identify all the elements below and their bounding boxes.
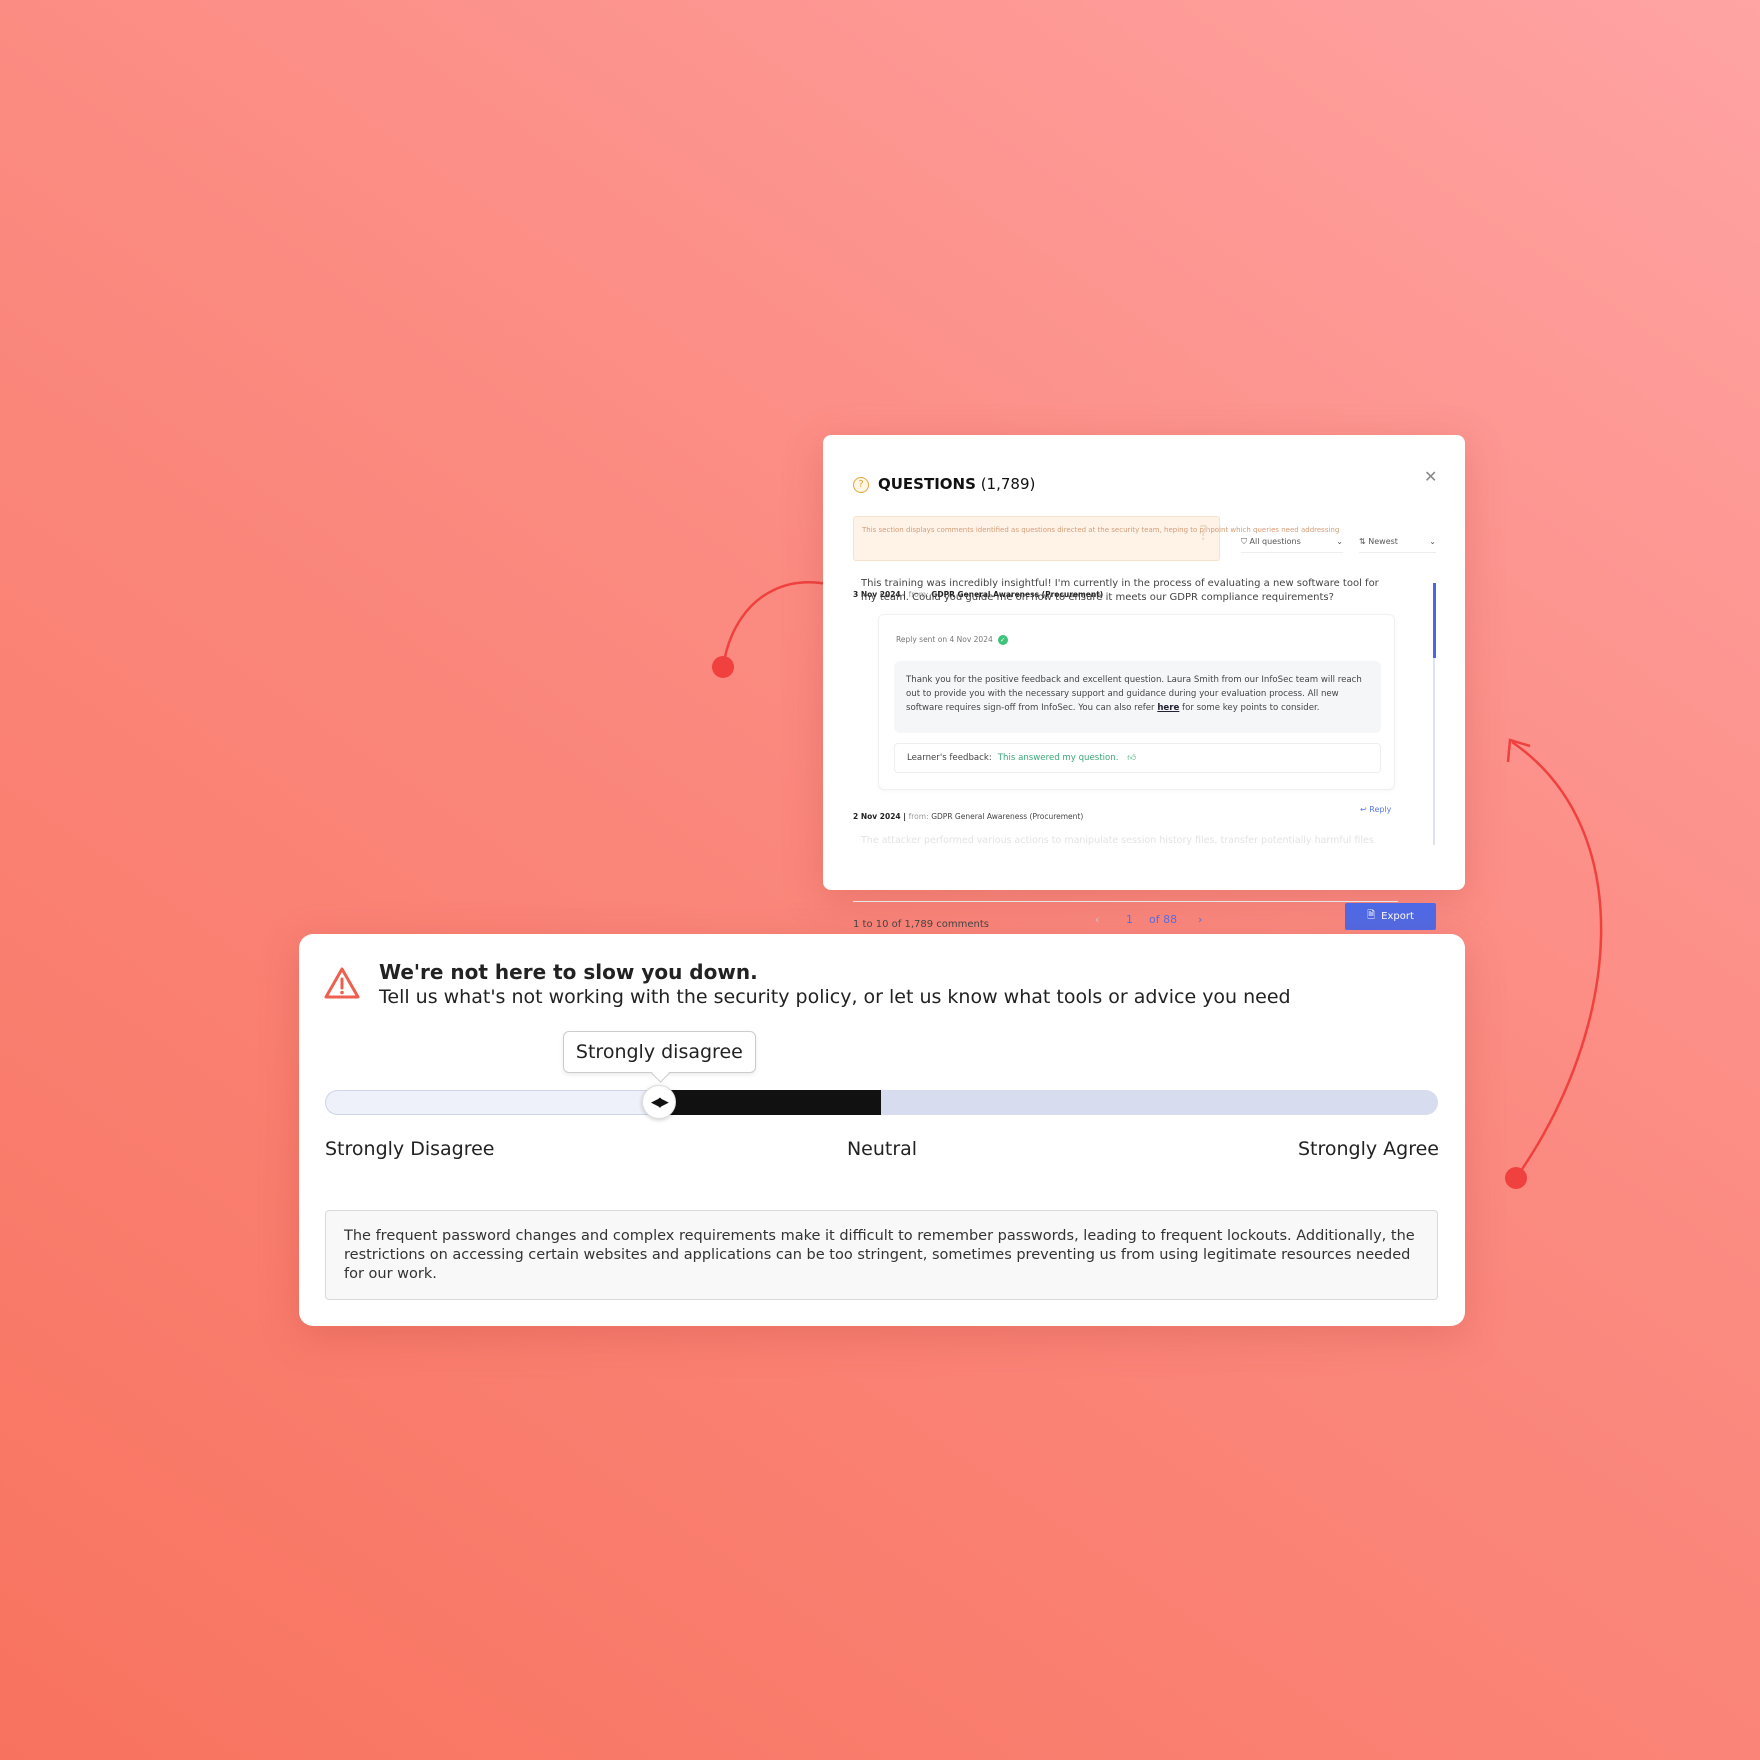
filter-dropdown[interactable]: ⛉ All questions ⌄ [1241,531,1343,553]
reply-icon: ↩ [1360,805,1370,814]
reply-box: Reply sent on 4 Nov 2024 ✓ Thank you for … [878,614,1395,790]
close-icon[interactable]: ✕ [1424,467,1437,486]
label-strongly-agree: Strongly Agree [1297,1138,1439,1160]
chevron-down-icon: ⌄ [1336,537,1343,546]
info-banner: This section displays comments identifie… [853,516,1339,561]
warning-icon [324,967,360,999]
questions-panel: ? QUESTIONS (1,789) ✕ This section displ… [823,435,1465,930]
sort-dropdown[interactable]: ⇅ Newest ⌄ [1359,531,1436,553]
sort-icon: ⇅ [1359,537,1369,546]
reply-text: Thank you for the positive feedback and … [894,661,1381,733]
question-watermark-icon: ? [1198,521,1209,545]
divider [853,901,1398,902]
survey-subtitle: Tell us what's not working with the secu… [379,986,1291,1008]
filter-icon: ⛉ [1241,536,1250,546]
learner-feedback: Learner's feedback: This answered my ques… [894,743,1381,773]
results-count: 1 to 10 of 1,789 comments [853,919,990,930]
reply-link[interactable]: here [1157,703,1179,713]
reply-status: Reply sent on 4 Nov 2024 ✓ [896,635,1008,645]
slider-track-left [325,1090,659,1115]
label-strongly-disagree: Strongly Disagree [325,1138,495,1160]
page-total: of 88 [1149,913,1178,926]
page-number[interactable]: 1 [1126,913,1133,926]
question-icon: ? [853,477,869,493]
chevron-down-icon: ⌄ [1429,537,1436,546]
export-button[interactable]: 🗎 Export [1345,903,1436,930]
next-page-icon[interactable]: › [1198,913,1202,926]
comment-meta: 2 Nov 2024 | from: GDPR General Awarenes… [853,812,1084,821]
slider-tooltip: Strongly disagree [562,1031,756,1073]
reply-button[interactable]: ↩ Reply [1360,805,1391,814]
document-icon: 🗎 [1367,910,1376,921]
thumbs-up-icon: 👍︎ [1124,753,1137,763]
slider-thumb[interactable]: ◀▶ [641,1085,676,1119]
scrollbar-thumb[interactable] [1433,583,1436,658]
agreement-slider[interactable] [325,1090,1438,1115]
slider-fill [658,1090,882,1115]
survey-title: We're not here to slow you down. [379,960,758,984]
survey-card: We're not here to slow you down. Tell us… [299,934,1465,1326]
panel-title: QUESTIONS (1,789) [878,475,1036,493]
check-icon: ✓ [997,635,1008,645]
comment-text: The attacker performed various actions t… [861,835,1374,846]
response-textarea[interactable]: The frequent password changes and comple… [325,1210,1438,1300]
prev-page-icon[interactable]: ‹ [1095,913,1099,926]
comment-text: This training was incredibly insightful!… [861,578,1379,603]
